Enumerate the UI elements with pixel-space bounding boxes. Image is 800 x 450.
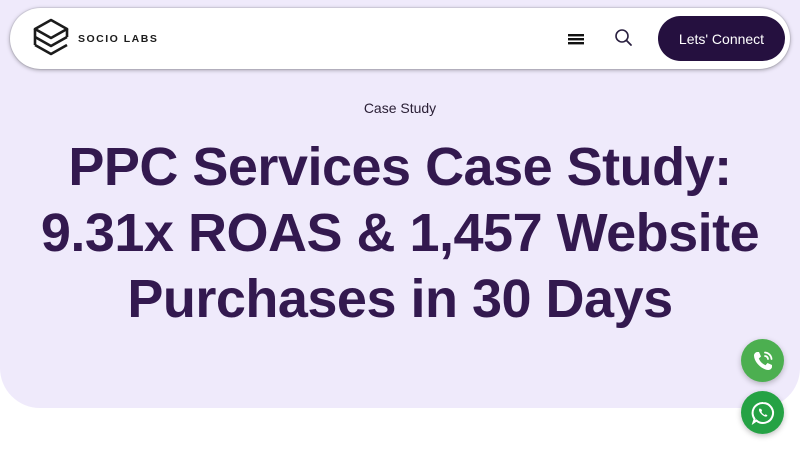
stacked-cube-logo-icon <box>33 18 69 56</box>
hamburger-menu-icon[interactable] <box>567 31 585 47</box>
phone-icon <box>753 351 772 370</box>
site-logo[interactable]: SOCIO LABS <box>32 17 158 61</box>
phone-call-button[interactable] <box>741 339 784 382</box>
page-title: PPC Services Case Study: 9.31x ROAS & 1,… <box>20 134 780 332</box>
logo-text: SOCIO LABS <box>78 33 159 45</box>
headline-line: PPC Services Case Study: <box>68 137 732 197</box>
lets-connect-button[interactable]: Lets' Connect <box>658 16 785 61</box>
headline-line: 9.31x ROAS & 1,457 Website <box>40 203 760 263</box>
whatsapp-icon <box>751 401 774 425</box>
top-navbar: SOCIO LABS Lets' Connect <box>10 8 790 69</box>
search-icon[interactable] <box>614 28 634 48</box>
whatsapp-button[interactable] <box>741 391 784 434</box>
headline-line: Purchases in 30 Days <box>127 269 673 329</box>
eyebrow-label: Case Study <box>363 100 437 116</box>
